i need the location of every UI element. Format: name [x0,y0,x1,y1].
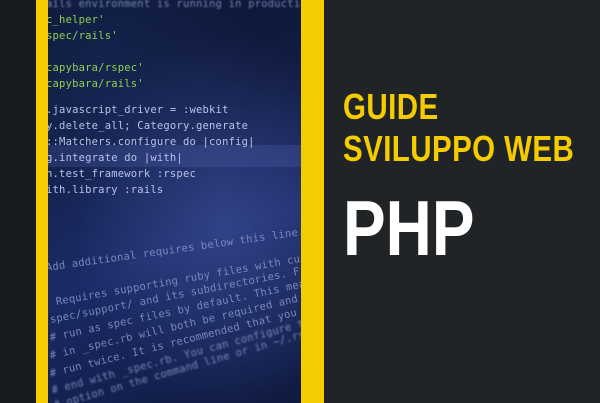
code-screenshot-image: ails environment is running in productio… [48,0,301,403]
banner-line-guide: GUIDE [343,86,439,127]
banner-topic-php: PHP [343,184,475,272]
code-line: capybara/rspec' [48,62,144,74]
code-line: ails environment is running in productio… [48,0,301,10]
code-line: h.test_framework :rspec [48,168,196,180]
banner-line-sviluppo-web: SVILUPPO WEB [343,128,575,169]
code-line: ith.library :rails [48,184,164,196]
banner-text: GUIDE SVILUPPO WEB PHP [343,86,593,268]
code-line: capybara/rails' [48,78,144,90]
code-line: g.integrate do |with| [48,152,183,164]
code-line: c_helper' [48,14,105,26]
code-line: spec/rails' [48,30,118,42]
code-line: y.delete_all; Category.generate [48,120,249,132]
code-line: ::Matchers.configure do |config| [48,136,255,148]
left-dark-strip [0,0,36,403]
code-line: .javascript_driver = :webkit [48,104,229,116]
